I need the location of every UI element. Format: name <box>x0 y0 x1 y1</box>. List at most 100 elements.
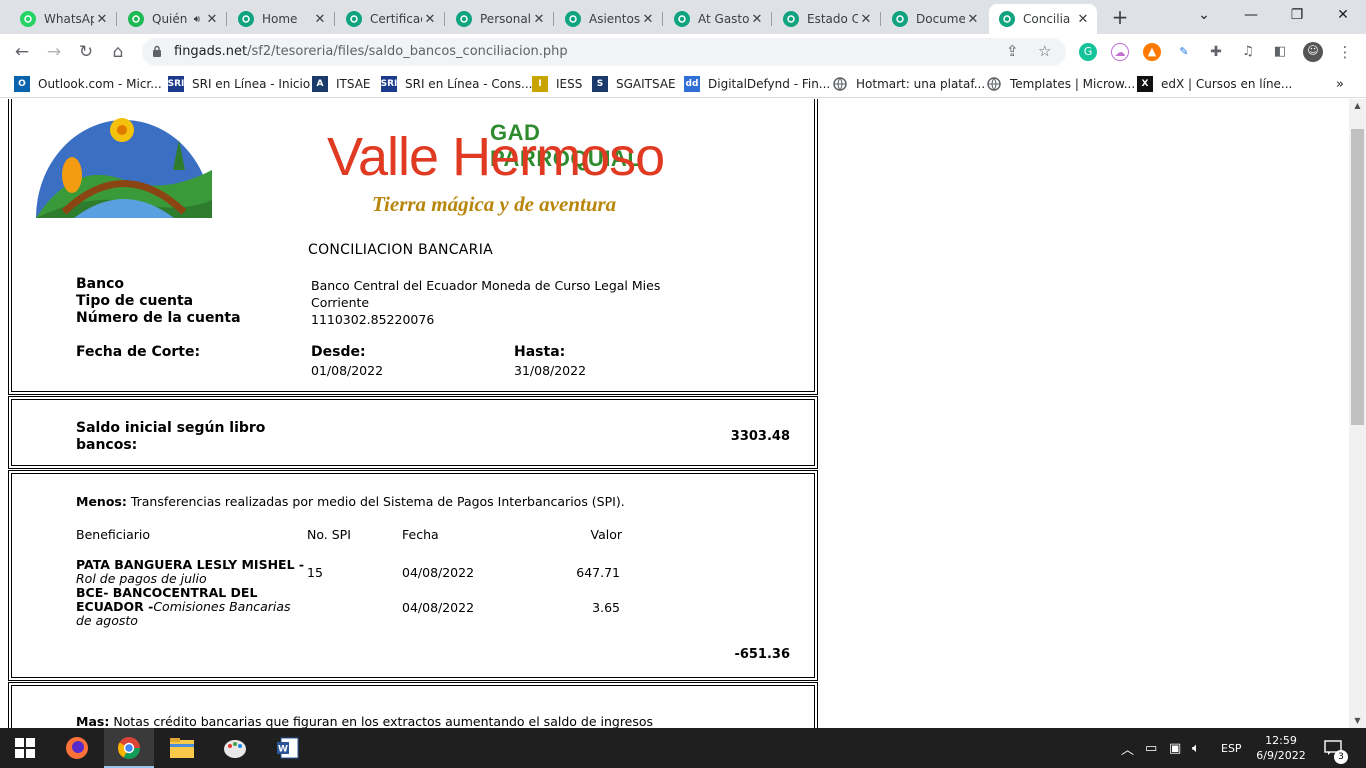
header-section: GAD PARROQUIAL Valle Hermoso Tierra mági… <box>8 99 818 395</box>
close-window-button[interactable]: ✕ <box>1320 4 1366 28</box>
scroll-down-icon[interactable]: ▼ <box>1349 714 1366 728</box>
camera-icon[interactable]: ▣ <box>1169 728 1181 768</box>
browser-tab[interactable]: Certificac ✕ <box>336 4 445 34</box>
tab-audio-icon[interactable]: 🔊︎ <box>194 14 200 25</box>
cutoff-date-label: Fecha de Corte: <box>76 344 201 360</box>
tab-separator <box>226 12 227 26</box>
extension-cloud-icon[interactable]: ☁ <box>1111 43 1129 61</box>
extension-orange-icon[interactable]: ▲ <box>1143 43 1161 61</box>
bookmark-item[interactable]: O Outlook.com - Micr... <box>14 76 162 92</box>
tab-search-icon[interactable]: ⌄ <box>1181 4 1227 28</box>
tab-title: Docume <box>916 12 965 26</box>
grammarly-icon[interactable]: G <box>1079 43 1097 61</box>
tab-close-icon[interactable]: ✕ <box>640 12 656 27</box>
tab-close-icon[interactable]: ✕ <box>312 12 328 27</box>
media-control-icon[interactable]: ♫ <box>1239 43 1257 61</box>
from-label: Desde: <box>311 344 366 360</box>
tab-close-icon[interactable]: ✕ <box>531 12 547 27</box>
tab-separator <box>880 12 881 26</box>
tab-close-icon[interactable]: ✕ <box>94 12 110 27</box>
browser-tab[interactable]: Estado C ✕ <box>773 4 881 34</box>
logo-slogan: Tierra mágica y de aventura <box>372 192 617 216</box>
iess-icon: I <box>532 76 548 92</box>
page-viewport: GAD PARROQUIAL Valle Hermoso Tierra mági… <box>0 99 1349 728</box>
clock-date: 6/9/2022 <box>1256 749 1306 762</box>
browser-tab[interactable]: Docume ✕ <box>882 4 987 34</box>
more-bookmarks-icon[interactable]: » <box>1336 76 1344 92</box>
menu-kebab-icon[interactable]: ⋮ <box>1336 43 1354 61</box>
bookmark-item[interactable]: Hotmart: una plataf... <box>832 76 985 92</box>
back-icon[interactable]: ← <box>10 40 34 64</box>
profile-avatar[interactable]: ☺ <box>1303 42 1323 62</box>
clock[interactable]: 12:59 6/9/2022 <box>1252 728 1310 768</box>
to-date: 31/08/2022 <box>514 363 587 378</box>
account-number-value: 1110302.85220076 <box>311 312 435 327</box>
globe-icon <box>832 76 848 92</box>
bookmark-item[interactable]: Templates | Microw... <box>986 76 1135 92</box>
tab-separator <box>553 12 554 26</box>
bookmark-item[interactable]: S SGAITSAE <box>592 76 676 92</box>
browser-tab[interactable]: Quién 🔊︎ ✕ <box>118 4 227 34</box>
browser-tab[interactable]: Home ✕ <box>228 4 335 34</box>
bookmark-item[interactable]: A ITSAE <box>312 76 371 92</box>
bookmark-label: edX | Cursos en líne... <box>1161 77 1293 91</box>
tab-title: Personal <box>480 12 531 26</box>
page-scrollbar[interactable]: ▲ ▼ <box>1349 99 1366 728</box>
file-explorer-icon[interactable] <box>157 728 207 768</box>
address-bar[interactable]: fingads.net/sf2/tesoreria/files/saldo_ba… <box>142 38 1066 66</box>
bookmark-item[interactable]: SRI SRI en Línea - Cons... <box>381 76 532 92</box>
bookmark-item[interactable]: XedX | Cursos en líne... <box>1137 76 1292 92</box>
row-spi: 15 <box>307 565 323 580</box>
browser-tab[interactable]: Asientos ✕ <box>555 4 663 34</box>
side-panel-icon[interactable]: ◧ <box>1271 43 1289 61</box>
openai-icon <box>238 11 254 27</box>
tab-close-icon[interactable]: ✕ <box>422 12 438 27</box>
openai-icon <box>456 11 472 27</box>
openai-icon <box>783 11 799 27</box>
browser-tab[interactable]: At Gasto ✕ <box>664 4 772 34</box>
tab-close-icon[interactable]: ✕ <box>858 12 874 27</box>
tab-close-icon[interactable]: ✕ <box>1075 12 1091 27</box>
show-hidden-icons[interactable]: ︿ <box>1121 728 1134 768</box>
notifications-icon[interactable]: 3 <box>1324 728 1348 768</box>
tab-separator <box>771 12 772 26</box>
volume-icon[interactable]: 🔈︎ <box>1192 728 1200 768</box>
bookmark-item[interactable]: I IESS <box>532 76 582 92</box>
minimize-button[interactable]: — <box>1228 4 1274 28</box>
tab-title: Quién <box>152 12 188 26</box>
logo-title: Valle Hermoso <box>327 127 665 187</box>
scrollbar-thumb[interactable] <box>1351 129 1364 425</box>
extension-pen-icon[interactable]: ✎ <box>1175 43 1193 61</box>
forward-icon[interactable]: → <box>42 40 66 64</box>
language-indicator[interactable]: ESP <box>1221 728 1242 768</box>
chrome-taskbar-icon[interactable] <box>104 728 154 768</box>
minus-label: Menos: <box>76 494 127 509</box>
windows-start-icon[interactable] <box>0 728 50 768</box>
network-icon[interactable]: ▭ <box>1145 728 1157 768</box>
home-icon[interactable]: ⌂ <box>106 40 130 64</box>
bookmark-item[interactable]: SRI SRI en Línea - Inicio <box>168 76 310 92</box>
firefox-icon[interactable] <box>52 728 102 768</box>
reload-icon[interactable]: ↻ <box>74 40 98 64</box>
word-icon[interactable]: W <box>263 728 313 768</box>
table-row: PATA BANGUERA LESLY MISHEL - Rol de pagos… <box>12 558 812 586</box>
tab-title: WhatsApp <box>44 12 94 26</box>
tab-close-icon[interactable]: ✕ <box>749 12 765 27</box>
tab-close-icon[interactable]: ✕ <box>204 12 220 27</box>
browser-tab[interactable]: WhatsApp✕ <box>10 4 117 34</box>
row-value: 647.71 <box>576 565 620 580</box>
bookmark-star-icon[interactable]: ☆ <box>1038 42 1051 60</box>
browser-tab[interactable]: Concilia ✕ <box>989 4 1097 34</box>
share-icon[interactable]: ⇪ <box>1006 42 1019 60</box>
scroll-up-icon[interactable]: ▲ <box>1349 99 1366 113</box>
new-tab-button[interactable]: + <box>1108 6 1132 30</box>
extensions-puzzle-icon[interactable]: ✚ <box>1207 43 1225 61</box>
col-header-spi: No. SPI <box>307 527 351 542</box>
deductions-section: Menos: Transferencias realizadas por med… <box>8 470 818 681</box>
deductions-intro: Menos: Transferencias realizadas por med… <box>76 494 625 509</box>
restore-button[interactable]: ❐ <box>1274 4 1320 28</box>
paint-icon[interactable] <box>210 728 260 768</box>
bookmark-item[interactable]: dd DigitalDefynd - Fin... <box>684 76 830 92</box>
browser-tab[interactable]: Personal ✕ <box>446 4 554 34</box>
tab-close-icon[interactable]: ✕ <box>965 12 981 27</box>
